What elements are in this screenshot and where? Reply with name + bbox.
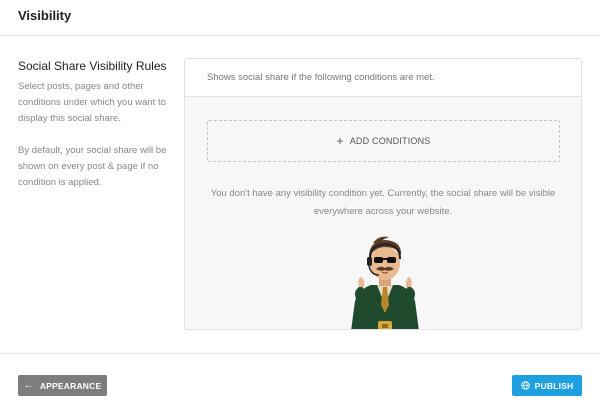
section-description: Select posts, pages and other conditions… [18,81,166,124]
empty-state-message: You don't have any visibility condition … [210,188,556,217]
publish-button-label: PUBLISH [534,380,574,391]
add-conditions-label: ADD CONDITIONS [349,136,431,146]
globe-icon [520,381,530,390]
section-note: By default, your social share will be sh… [18,145,167,188]
conditions-panel: Shows social share if the following cond… [184,58,582,330]
arrow-left-icon: ← [23,380,34,391]
plus-icon: + [336,134,344,148]
panel-header: Shows social share if the following cond… [185,59,581,97]
publish-button[interactable]: PUBLISH [512,375,582,396]
mascot-illustration [351,236,419,329]
back-to-appearance-button[interactable]: ← APPEARANCE [18,375,107,396]
add-conditions-button[interactable]: + ADD CONDITIONS [207,120,560,162]
section-title: Social Share Visibility Rules [18,59,167,73]
footer-divider [0,353,600,354]
back-button-label: APPEARANCE [39,380,102,391]
settings-description: Social Share Visibility Rules Select pos… [18,59,178,207]
top-bar: Visibility [0,0,600,36]
page-title: Visibility [18,8,72,23]
